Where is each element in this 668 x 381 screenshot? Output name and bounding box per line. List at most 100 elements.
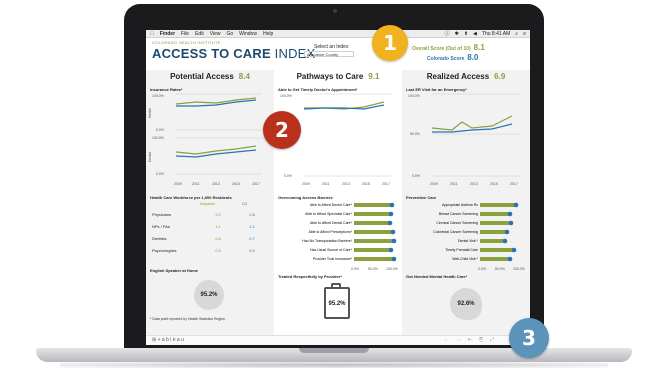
preventive-co-dot <box>507 211 513 217</box>
tick-label: 100.0% <box>152 94 164 98</box>
bar-tick: 50.0% <box>368 267 378 271</box>
wifi-icon[interactable]: ⬆ <box>464 30 468 38</box>
tick-label: 0.0% <box>412 174 420 178</box>
apple-icon[interactable]:  <box>150 30 154 38</box>
barrier-co-dot <box>391 256 397 262</box>
spotlight-icon[interactable]: ⌕ <box>515 30 518 38</box>
select-index-label: Select an Index <box>314 44 349 50</box>
org-name: COLORADO HEALTH INSTITUTE <box>152 40 221 45</box>
workforce-name: NPs / PAs <box>152 223 170 229</box>
tick-label: 0.0% <box>156 128 164 132</box>
menu-go[interactable]: Go <box>226 30 233 38</box>
laptop-notch <box>299 348 369 353</box>
preventive-bar <box>480 212 510 216</box>
year-label: 2009 <box>302 182 310 186</box>
notification-icon[interactable]: ≡ <box>523 30 526 38</box>
timely-appointment-title: Able to Get Timely Doctor's Appointment* <box>278 87 358 92</box>
year-label: 2011 <box>450 182 458 186</box>
share-icon[interactable]: ⎘ <box>479 336 483 345</box>
year-label: 2017 <box>252 182 260 186</box>
menu-edit[interactable]: Edit <box>195 30 204 38</box>
workforce-table: Physicians 3.2 2.8 NPs / PAs 1.1 1.2 Dentist… <box>152 208 268 256</box>
menu-help[interactable]: Help <box>263 30 273 38</box>
overall-score-label: Overall Score (Out of 10) <box>412 46 471 52</box>
barrier-bar <box>354 221 389 225</box>
workforce-co: 1.2 <box>249 223 255 229</box>
potential-access-score: 8.4 <box>238 72 250 81</box>
barrier-label: Had No Transportation Barriers* <box>302 239 352 243</box>
menu-file[interactable]: File <box>181 30 189 38</box>
pathways-column: Pathways to Care 9.1 Able to Get Timely D… <box>274 70 402 345</box>
realized-header: Realized Access 6.9 <box>402 70 530 84</box>
volume-icon[interactable]: ◀ <box>473 30 477 38</box>
menu-view[interactable]: View <box>210 30 221 38</box>
preventive-title: Preventive Care <box>406 195 437 200</box>
info-icon[interactable]: ⓘ <box>445 30 450 38</box>
bar-tick: 0.0% <box>478 267 486 271</box>
preventive-bar <box>480 239 504 243</box>
bar-tick: 100.0% <box>513 267 525 271</box>
barrier-label: Able to Afford Prescriptions* <box>308 230 352 234</box>
menu-window[interactable]: Window <box>239 30 257 38</box>
barrier-label: Provider Took Insurance* <box>312 257 352 261</box>
year-label: 2011 <box>322 182 330 186</box>
clock[interactable]: Thu 8:41 AM <box>482 30 510 38</box>
barrier-co-dot <box>391 238 397 244</box>
menu-finder[interactable]: Finder <box>160 30 175 38</box>
er-visit-chart <box>431 93 520 177</box>
workforce-title: Health Care Workforce per 1,000 Resident… <box>150 195 232 200</box>
year-label: 2017 <box>382 182 390 186</box>
health-axis-label: Health <box>148 107 152 118</box>
workforce-co: 0.7 <box>249 235 255 241</box>
year-label: 2013 <box>470 182 478 186</box>
callout-marker-3: 3 <box>509 318 549 358</box>
bar-tick: 0.0% <box>351 267 359 271</box>
workforce-arapahoe: 1.1 <box>215 223 221 229</box>
table-row: Psychologists 0.5 0.5 <box>152 244 268 256</box>
barriers-bar-chart <box>354 202 397 262</box>
head-icon: 92.6% <box>450 288 482 320</box>
redo-icon[interactable]: → <box>456 336 461 345</box>
revert-icon[interactable]: ⇤ <box>468 336 472 345</box>
preventive-co-dot <box>504 229 510 235</box>
potential-access-title: Potential Access <box>170 72 234 81</box>
fullscreen-icon[interactable]: ⤢ <box>490 336 494 345</box>
preventive-label: Timely Prenatal Care <box>445 248 478 252</box>
workforce-co: 0.5 <box>249 247 255 253</box>
bar-tick: 50.0% <box>495 267 505 271</box>
preventive-label: Breast Cancer Screening <box>438 212 478 216</box>
er-visit-title: Last ER Visit for an Emergency* <box>406 87 467 92</box>
table-row: Dentists 0.8 0.7 <box>152 232 268 244</box>
overall-score: Overall Score (Out of 10) 8.1 <box>412 43 485 52</box>
bluetooth-icon[interactable]: ✱ <box>455 30 459 38</box>
table-row: Physicians 3.2 2.8 <box>152 208 268 220</box>
screen:  Finder File Edit View Go Window Help ⓘ… <box>146 30 530 345</box>
insurance-rates-chart <box>175 93 262 175</box>
year-label: 2009 <box>174 182 182 186</box>
er-arapahoe-line <box>431 115 513 131</box>
year-label: 2009 <box>430 182 438 186</box>
realized-score: 6.9 <box>494 72 506 81</box>
footnote: * Data point reported by Health Statisti… <box>150 317 226 321</box>
select-index-dropdown[interactable]: Arapahoe County <box>304 51 354 57</box>
barrier-bar <box>354 212 390 216</box>
camera-icon <box>333 9 337 13</box>
preventive-co-dot <box>507 256 513 262</box>
barrier-co-dot <box>390 229 396 235</box>
tableau-logo[interactable]: ⊞ + a b l e a u <box>152 336 184 345</box>
barrier-co-dot <box>387 220 393 226</box>
colorado-score-value: 8.0 <box>467 53 479 62</box>
preventive-label: Appropriate Asthma Rx <box>442 203 478 207</box>
tick-label: 0.0% <box>284 174 292 178</box>
mac-menubar:  Finder File Edit View Go Window Help ⓘ… <box>146 30 530 38</box>
barrier-bar <box>354 257 393 261</box>
barrier-label: Has Usual Source of Care* <box>309 248 352 252</box>
barrier-co-dot <box>388 211 394 217</box>
preventive-co-dot <box>508 220 514 226</box>
barrier-label: Able to Afford Doctor Care* <box>309 203 352 207</box>
workforce-co: 2.8 <box>249 211 255 217</box>
undo-icon[interactable]: ← <box>444 336 449 345</box>
workforce-name: Dentists <box>152 235 167 241</box>
barrier-co-dot <box>388 247 394 253</box>
preventive-co-dot <box>511 247 517 253</box>
